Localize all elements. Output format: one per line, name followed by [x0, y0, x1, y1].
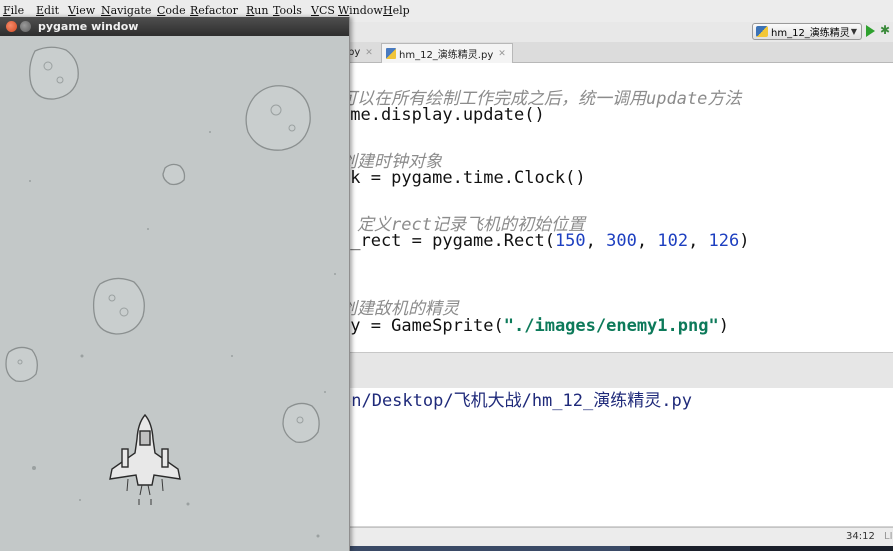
- close-tab-icon[interactable]: ✕: [498, 49, 506, 59]
- run-configuration-label: hm_12_演练精灵: [771, 28, 850, 39]
- asteroid: [29, 46, 79, 100]
- minimize-window-icon[interactable]: [20, 21, 31, 32]
- asteroid: [245, 85, 311, 151]
- python-file-icon: [756, 26, 768, 37]
- number-literal: 102: [657, 231, 689, 251]
- chevron-down-icon: ▼: [850, 27, 857, 36]
- close-window-icon[interactable]: [6, 21, 17, 32]
- string-literal: "./images/enemy1.png": [503, 316, 719, 336]
- number-literal: 126: [708, 231, 740, 251]
- pygame-game-canvas[interactable]: [0, 36, 349, 551]
- code-text: o_rect = pygame.Rect(: [340, 231, 555, 251]
- menu-help[interactable]: Help: [383, 4, 410, 17]
- tab-hm-12[interactable]: hm_12_演练精灵.py ✕: [381, 43, 513, 63]
- python-file-icon: [386, 48, 396, 59]
- menu-edit[interactable]: Edit: [36, 4, 59, 17]
- number-literal: 150: [554, 231, 586, 251]
- pygame-window-titlebar[interactable]: pygame window: [0, 17, 349, 36]
- tab-previous-file[interactable]: py ✕: [348, 43, 378, 62]
- line-separator[interactable]: LI: [884, 531, 893, 542]
- console-run-path: on/Desktop/飞机大战/hm_12_演练精灵.py: [341, 391, 692, 411]
- run-configuration-select[interactable]: hm_12_演练精灵 ▼: [752, 23, 862, 40]
- menu-code[interactable]: Code: [157, 4, 186, 17]
- menu-window[interactable]: Window: [338, 4, 383, 17]
- taskbar-highlight: [320, 546, 630, 551]
- menu-refactor[interactable]: Refactor: [190, 4, 238, 17]
- status-bar: [348, 527, 893, 547]
- menu-view[interactable]: View: [68, 4, 95, 17]
- code-line: ck = pygame.time.Clock(): [340, 168, 586, 188]
- code-line: ame.display.update(): [340, 105, 545, 125]
- debug-bug-icon[interactable]: ✱: [880, 23, 893, 38]
- code-line: o_rect = pygame.Rect(150, 300, 102, 126): [340, 231, 750, 251]
- tab-label: hm_12_演练精灵.py: [399, 50, 494, 61]
- code-line: my = GameSprite("./images/enemy1.png"): [340, 316, 729, 336]
- code-text: my = GameSprite(: [340, 316, 504, 336]
- run-play-icon[interactable]: [866, 25, 875, 37]
- pygame-window-title: pygame window: [38, 20, 139, 33]
- asteroid: [5, 346, 38, 382]
- pygame-window[interactable]: pygame window: [0, 17, 350, 551]
- menu-run[interactable]: Run: [246, 4, 268, 17]
- code-text: ): [739, 231, 750, 251]
- close-tab-icon[interactable]: ✕: [365, 48, 373, 58]
- code-text: ): [718, 316, 729, 336]
- hero-plane-sprite: [109, 413, 181, 505]
- menu-file[interactable]: File: [3, 4, 24, 17]
- asteroid: [162, 163, 186, 186]
- menu-tools[interactable]: Tools: [273, 4, 302, 17]
- number-literal: 300: [606, 231, 637, 251]
- menu-navigate[interactable]: Navigate: [101, 4, 151, 17]
- menu-vcs[interactable]: VCS: [311, 4, 335, 17]
- run-panel-header: [348, 352, 893, 389]
- asteroid: [92, 277, 145, 335]
- cursor-position[interactable]: 34:12: [846, 531, 875, 542]
